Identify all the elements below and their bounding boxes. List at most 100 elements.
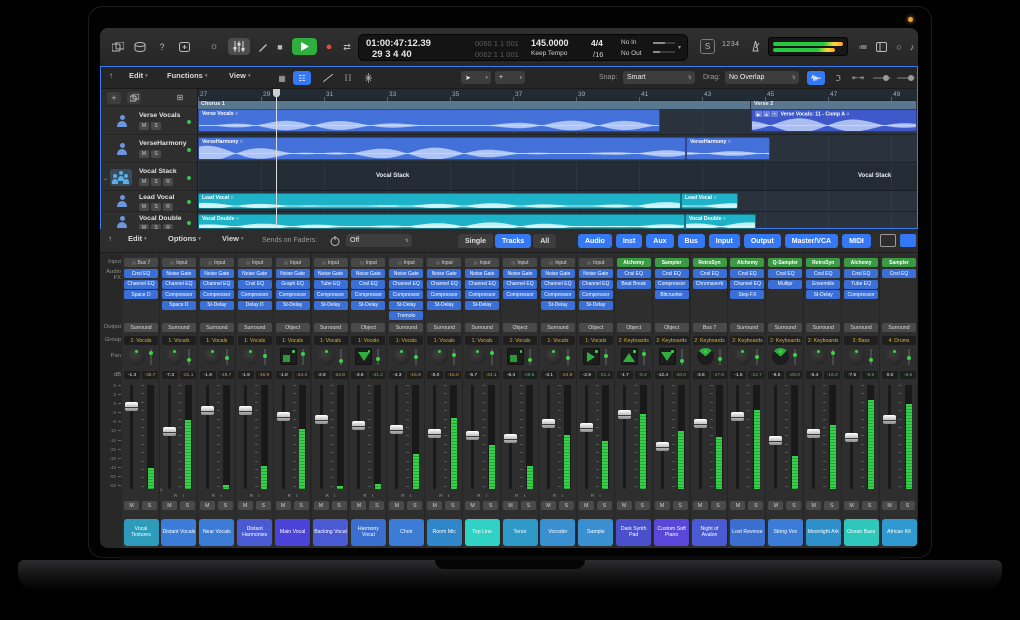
record-input-buttons[interactable]: R I: [212, 493, 224, 498]
mute-button[interactable]: M: [806, 501, 821, 510]
fader-db-value[interactable]: -5.0: [427, 371, 443, 379]
fader-db-value[interactable]: -12.4: [655, 371, 671, 379]
solo-button[interactable]: S: [597, 501, 612, 510]
audio-fx-slot[interactable]: Cnsl EQ: [844, 269, 878, 278]
mute-button[interactable]: M: [139, 122, 149, 130]
audio-fx-slot[interactable]: Noise Gate: [162, 269, 196, 278]
solo-button[interactable]: S: [900, 501, 915, 510]
add-box-icon[interactable]: [176, 40, 192, 54]
group-slot[interactable]: 2: Keyboards: [768, 336, 802, 345]
audio-fx-slot[interactable]: Tube EQ: [314, 280, 348, 289]
mute-button[interactable]: M: [124, 501, 139, 510]
tracks-menu-functions[interactable]: Functions▾: [167, 71, 207, 80]
audio-fx-slot[interactable]: Compressor: [844, 290, 878, 299]
fader-cap[interactable]: [694, 419, 707, 428]
channel-name[interactable]: Sample: [578, 519, 613, 546]
fader-db-value[interactable]: -3.6: [693, 371, 709, 379]
output-slot[interactable]: Object: [503, 323, 537, 332]
output-slot[interactable]: Surround: [768, 323, 802, 332]
record-input-buttons[interactable]: R I: [591, 493, 603, 498]
channel-name[interactable]: Night of Avalon: [692, 519, 727, 546]
audio-region[interactable]: Lead Vocal ○: [681, 193, 738, 209]
channel-name[interactable]: Distant Harmonies: [237, 519, 272, 546]
fader-cap[interactable]: [618, 410, 631, 419]
pan-mini-slider[interactable]: [150, 349, 152, 365]
fader-db-value[interactable]: -3.6: [351, 371, 367, 379]
command-click-tool-menu[interactable]: +▾: [495, 71, 525, 84]
instrument-slot[interactable]: Alchemy: [730, 258, 764, 267]
audio-fx-slot[interactable]: Compressor: [351, 290, 385, 299]
audio-fx-slot[interactable]: St-Delay: [314, 301, 348, 310]
single-pane-icon[interactable]: [880, 234, 896, 247]
pan-mini-slider[interactable]: [605, 349, 607, 365]
filter-aux[interactable]: Aux: [646, 234, 673, 248]
h-zoom-slider[interactable]: [897, 77, 915, 79]
power-icon[interactable]: [328, 234, 342, 248]
duplicate-track-button[interactable]: [127, 92, 141, 104]
solo-button[interactable]: S: [559, 501, 574, 510]
audio-fx-slot[interactable]: Channel EQ: [200, 280, 234, 289]
group-slot[interactable]: 1: Vocals: [389, 336, 423, 345]
pan-pad[interactable]: [621, 348, 638, 365]
audio-region[interactable]: ▶A⌃ Verse Vocals: 11 - Comp A ○: [751, 109, 917, 132]
output-slot[interactable]: Surround: [806, 323, 840, 332]
solo-button[interactable]: S: [786, 501, 801, 510]
audio-fx-slot[interactable]: Compressor: [541, 290, 575, 299]
pan-knob[interactable]: [848, 348, 865, 365]
fader-cap[interactable]: [542, 419, 555, 428]
output-slot[interactable]: Surround: [465, 323, 499, 332]
solo-button[interactable]: S: [369, 501, 384, 510]
audio-fx-slot[interactable]: St-Delay: [276, 301, 310, 310]
audio-fx-slot[interactable]: Cnsl EQ: [238, 280, 272, 289]
channel-strip[interactable]: ▯▯Bus 7Cnsl EQChannel EQSpace DSurround1…: [122, 253, 160, 548]
output-slot[interactable]: Surround: [238, 323, 272, 332]
add-track-button[interactable]: +: [107, 92, 121, 104]
mute-button[interactable]: M: [693, 501, 708, 510]
group-slot[interactable]: 1: Vocals: [427, 336, 461, 345]
hierarchy-up-icon[interactable]: ↑: [109, 72, 113, 80]
media-icon[interactable]: ♪: [906, 40, 918, 54]
pan-mini-slider[interactable]: [302, 349, 304, 365]
channel-name[interactable]: Top Line: [465, 519, 500, 546]
audio-fx-slot[interactable]: Channel EQ: [503, 280, 537, 289]
mute-button[interactable]: M: [139, 178, 149, 186]
record-input-buttons[interactable]: R I: [250, 493, 262, 498]
channel-strip[interactable]: ▯▯InputNoise GateCnsl EQCompressorSt-Del…: [349, 253, 387, 548]
solo-button[interactable]: S: [483, 501, 498, 510]
group-slot[interactable]: 2: Keyboards: [806, 336, 840, 345]
audio-fx-slot[interactable]: Channel EQ: [162, 280, 196, 289]
mixer-menu-edit[interactable]: Edit▾: [128, 234, 147, 243]
solo-button[interactable]: S: [142, 501, 157, 510]
solo-button[interactable]: S: [521, 501, 536, 510]
output-slot[interactable]: Surround: [541, 323, 575, 332]
channel-name[interactable]: Custom Soft Piano: [654, 519, 689, 546]
pan-knob[interactable]: [128, 348, 145, 365]
pan-knob[interactable]: [204, 348, 221, 365]
audio-fx-slot[interactable]: Noise Gate: [276, 269, 310, 278]
channel-name[interactable]: African Kit: [882, 519, 917, 546]
instrument-slot[interactable]: RetroSyn: [806, 258, 840, 267]
audio-fx-slot[interactable]: Bitcrusher: [655, 290, 689, 299]
channel-name[interactable]: Distant Vocals: [161, 519, 196, 546]
pan-mini-slider[interactable]: [870, 349, 872, 365]
mute-button[interactable]: M: [844, 501, 859, 510]
cycle-icon[interactable]: ⇄: [339, 39, 355, 55]
waveform-zoom-icon[interactable]: [807, 71, 825, 85]
mute-button[interactable]: M: [139, 150, 149, 158]
output-slot[interactable]: Object: [617, 323, 651, 332]
output-slot[interactable]: Surround: [200, 323, 234, 332]
channel-strip[interactable]: RetroSynCnsl EQChromaverbBus 72: Keyboar…: [691, 253, 729, 548]
track-header-options-icon[interactable]: ⊞: [173, 92, 187, 104]
output-level-meter[interactable]: [768, 37, 848, 56]
fader-db-value[interactable]: -6.4: [503, 371, 519, 379]
sends-on-faders-popup[interactable]: Off⇅: [346, 234, 412, 247]
dual-pane-icon[interactable]: [900, 234, 916, 247]
fader-db-value[interactable]: -5.7: [465, 371, 481, 379]
pan-knob[interactable]: [886, 348, 903, 365]
fader-db-value[interactable]: -1.9: [238, 371, 254, 379]
audio-fx-slot[interactable]: Cnsl EQ: [693, 269, 727, 278]
windows-icon[interactable]: [110, 40, 126, 54]
audio-fx-slot[interactable]: Multipr: [768, 280, 802, 289]
mute-button[interactable]: M: [139, 203, 149, 211]
output-slot[interactable]: Surround: [389, 323, 423, 332]
